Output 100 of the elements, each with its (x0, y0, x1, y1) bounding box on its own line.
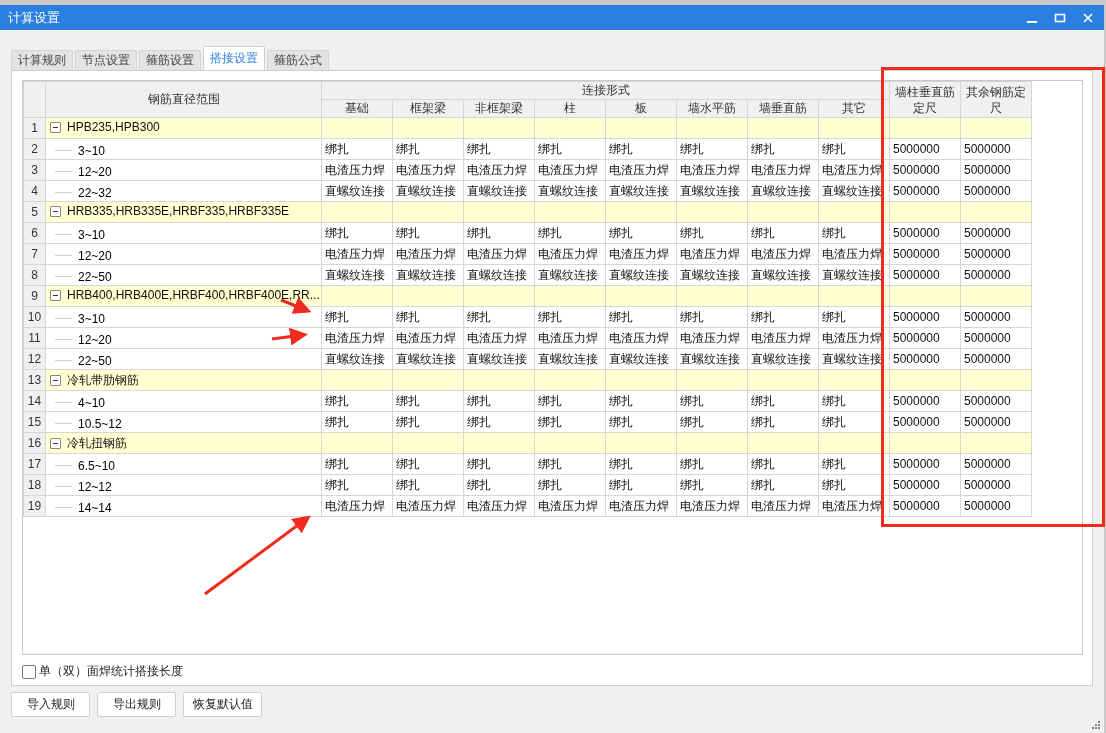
range-label: 4~10 (78, 395, 106, 410)
table-cell: 绑扎 (680, 225, 704, 240)
table-cell: 直螺纹连接 (609, 267, 669, 282)
table-cell: 绑扎 (609, 414, 633, 429)
tree-connector (55, 423, 72, 425)
collapse-icon[interactable] (50, 374, 61, 386)
table-cell: 绑扎 (609, 225, 633, 240)
table-cell: 绑扎 (396, 141, 420, 156)
tab[interactable]: 节点设置 (75, 50, 137, 70)
table-cell: 绑扎 (822, 456, 846, 471)
row-number: 17 (23, 453, 46, 475)
table-cell: 绑扎 (467, 393, 491, 408)
collapse-icon[interactable] (50, 121, 61, 133)
action-button[interactable]: 导入规则 (11, 692, 90, 717)
row-number: 12 (23, 348, 46, 370)
action-button[interactable]: 恢复默认值 (183, 692, 262, 717)
table-cell: 电渣压力焊 (325, 498, 385, 513)
row-number: 13 (23, 369, 46, 391)
table-cell: 绑扎 (467, 414, 491, 429)
table-cell: 直螺纹连接 (538, 351, 598, 366)
table-cell: 绑扎 (325, 141, 349, 156)
column-header: 其余钢筋定尺 (960, 81, 1032, 118)
table-cell: 5000000 (964, 457, 1011, 471)
table-cell: 绑扎 (680, 456, 704, 471)
table-cell: 电渣压力焊 (467, 246, 527, 261)
collapse-icon[interactable] (50, 289, 61, 301)
table-cell: 绑扎 (538, 456, 562, 471)
table-cell: 电渣压力焊 (822, 498, 882, 513)
table-cell: 5000000 (964, 268, 1011, 282)
row-number: 8 (23, 264, 46, 286)
row-number: 19 (23, 495, 46, 517)
table-cell: 电渣压力焊 (467, 162, 527, 177)
table-cell: 5000000 (893, 268, 940, 282)
maximize-icon[interactable] (1054, 11, 1066, 24)
close-icon[interactable] (1082, 11, 1094, 24)
table-cell: 直螺纹连接 (822, 351, 882, 366)
table-cell: 5000000 (964, 394, 1011, 408)
tree-connector (55, 339, 72, 341)
table-cell: 直螺纹连接 (680, 351, 740, 366)
table-cell: 5000000 (893, 142, 940, 156)
table-cell: 绑扎 (325, 414, 349, 429)
table-cell: 电渣压力焊 (609, 498, 669, 513)
table-cell: 绑扎 (325, 225, 349, 240)
window-title: 计算设置 (8, 8, 60, 27)
table-cell: 绑扎 (609, 393, 633, 408)
tree-connector (55, 402, 72, 404)
table-cell: 电渣压力焊 (467, 498, 527, 513)
table-cell: 5000000 (893, 226, 940, 240)
table-cell: 5000000 (964, 499, 1011, 513)
table-cell: 绑扎 (325, 456, 349, 471)
table-cell: 5000000 (964, 352, 1011, 366)
table-cell: 电渣压力焊 (396, 330, 456, 345)
table-cell: 绑扎 (609, 456, 633, 471)
tree-connector (55, 318, 72, 320)
range-label: 12~20 (78, 164, 112, 179)
table-cell: 绑扎 (538, 393, 562, 408)
table-cell: 绑扎 (538, 414, 562, 429)
table-cell: 电渣压力焊 (609, 162, 669, 177)
table-cell: 电渣压力焊 (325, 162, 385, 177)
row-number: 7 (23, 243, 46, 265)
range-label: 3~10 (78, 143, 106, 158)
table-cell: 5000000 (893, 310, 940, 324)
range-label: 12~20 (78, 248, 112, 263)
table-cell: 直螺纹连接 (538, 183, 598, 198)
range-label: 6.5~10 (78, 458, 116, 473)
resize-grip-icon[interactable] (1091, 720, 1101, 730)
table-cell: 直螺纹连接 (325, 267, 385, 282)
range-label: 12~12 (78, 479, 112, 494)
table-cell: 直螺纹连接 (751, 351, 811, 366)
row-number: 15 (23, 411, 46, 433)
collapse-icon[interactable] (50, 437, 61, 449)
tab[interactable]: 搭接设置 (203, 46, 265, 70)
table-cell: 绑扎 (680, 309, 704, 324)
row-number: 6 (23, 222, 46, 244)
range-label: 14~14 (78, 500, 112, 515)
table-cell: 绑扎 (822, 477, 846, 492)
collapse-icon[interactable] (50, 205, 61, 217)
row-number: 3 (23, 159, 46, 181)
table-cell: 绑扎 (751, 225, 775, 240)
table-cell: 5000000 (893, 415, 940, 429)
table-cell: 5000000 (964, 310, 1011, 324)
table-cell: 直螺纹连接 (680, 267, 740, 282)
checkbox[interactable] (22, 664, 36, 679)
range-label: 3~10 (78, 311, 106, 326)
table-cell: 5000000 (964, 415, 1011, 429)
range-label: 10.5~12 (78, 416, 122, 431)
tab[interactable]: 箍筋公式 (267, 50, 329, 70)
table-cell: 绑扎 (538, 477, 562, 492)
range-label: 3~10 (78, 227, 106, 242)
tab[interactable]: 计算规则 (11, 50, 73, 70)
table-cell: 5000000 (893, 457, 940, 471)
range-label: 22~32 (78, 185, 112, 200)
table-cell: 5000000 (893, 352, 940, 366)
table-cell: 电渣压力焊 (396, 246, 456, 261)
tree-connector (55, 276, 72, 278)
tab[interactable]: 箍筋设置 (139, 50, 201, 70)
action-button[interactable]: 导出规则 (97, 692, 176, 717)
table-cell: 绑扎 (751, 393, 775, 408)
row-number: 16 (23, 432, 46, 454)
table-cell: 绑扎 (822, 414, 846, 429)
